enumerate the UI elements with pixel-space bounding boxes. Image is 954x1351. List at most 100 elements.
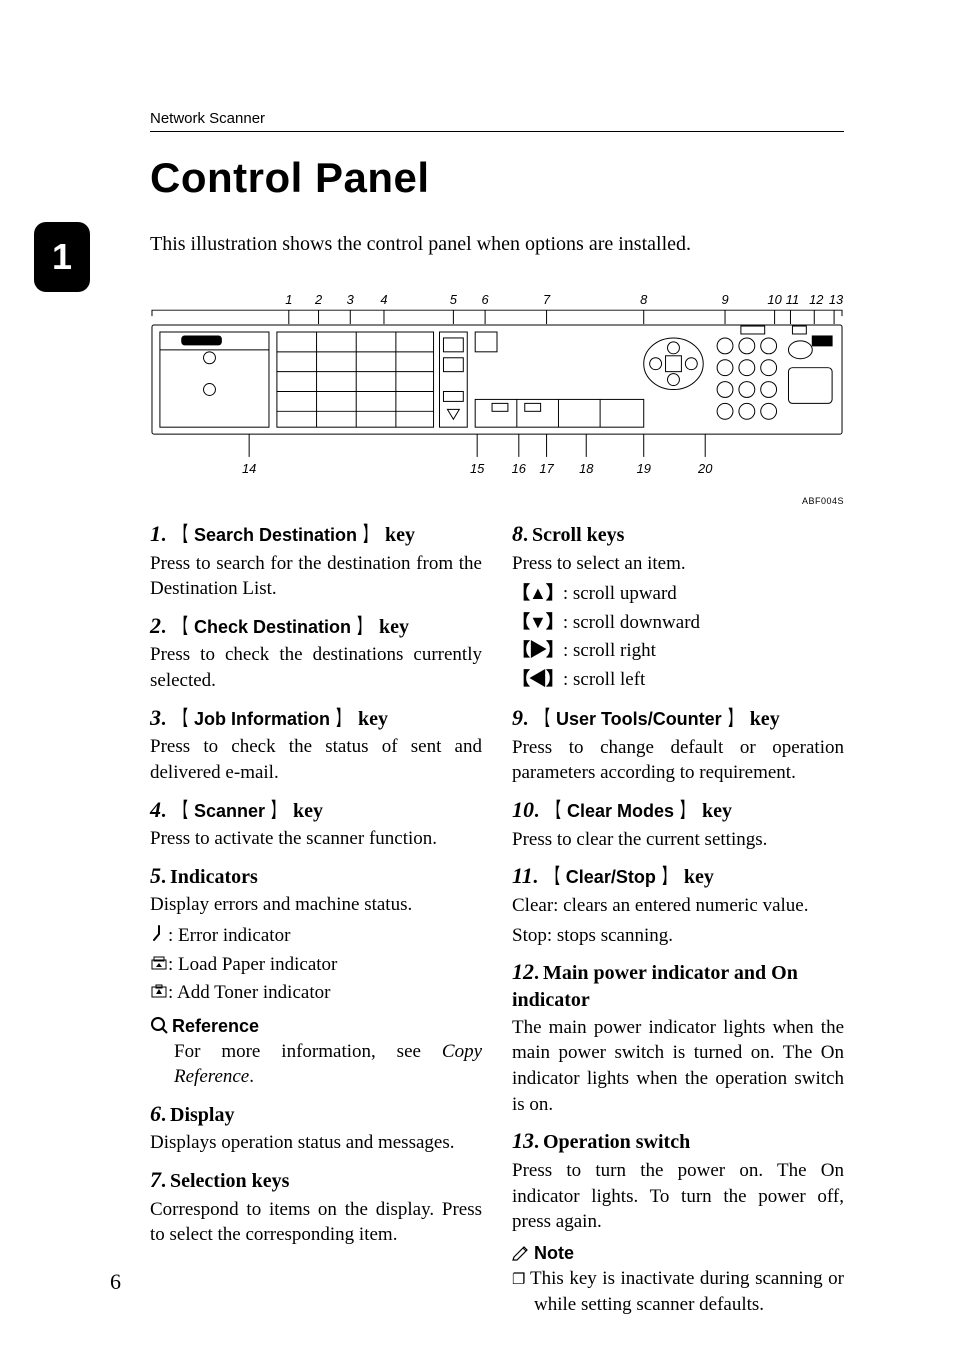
arrow-key-icon: 【◀】 [512, 669, 563, 689]
description-item: 13. Operation switchPress to turn the po… [512, 1127, 844, 1317]
reference-heading: Reference [150, 1016, 482, 1037]
item-number: 3 [150, 705, 161, 730]
key-name: Check Destination [194, 617, 351, 637]
key-suffix: key [750, 708, 780, 730]
item-body: Press to check the status of sent and de… [150, 734, 482, 785]
scroll-key-line: 【◀】: scroll left [512, 666, 844, 695]
bracket-open-icon: 【 [547, 864, 560, 890]
control-panel-svg: 1 2 3 4 5 6 7 8 9 10 11 12 13 [150, 277, 844, 502]
description-item: 7. Selection keysCorrespond to items on … [150, 1166, 482, 1248]
bracket-open-icon: 【 [175, 522, 188, 548]
item-body: Press to select an item. [512, 551, 844, 577]
item-heading: 4. 【Scanner】 key [150, 796, 482, 825]
scroll-text: : scroll left [563, 669, 645, 690]
item-number: 12 [512, 959, 534, 984]
key-suffix: key [379, 616, 409, 638]
item-heading: 1. 【Search Destination】 key [150, 520, 482, 549]
description-item: 3. 【Job Information】 keyPress to check t… [150, 704, 482, 786]
item-number: 13 [512, 1128, 534, 1153]
item-heading: 10. 【Clear Modes】 key [512, 796, 844, 825]
item-heading: 13. Operation switch [512, 1127, 844, 1156]
key-name: Search Destination [194, 525, 357, 545]
arrow-key-icon: 【▲】 [512, 583, 563, 603]
item-number: 8 [512, 521, 523, 546]
note-heading: Note [512, 1243, 844, 1264]
item-body: The main power indicator lights when the… [512, 1015, 844, 1118]
scroll-key-line: 【▼】: scroll downward [512, 609, 844, 638]
item-title: Operation switch [543, 1131, 690, 1153]
toner-icon [150, 979, 168, 1008]
note-label: Note [534, 1243, 574, 1263]
callout-3: 3 [347, 292, 355, 307]
item-heading: 3. 【Job Information】 key [150, 704, 482, 733]
scroll-key-line: 【▶】: scroll right [512, 637, 844, 666]
item-body-line: Clear: clears an entered numeric value. [512, 893, 844, 919]
note-list: This key is inactivate during scanning o… [512, 1266, 844, 1317]
callout-11: 11 [786, 292, 799, 307]
callout-12: 12 [809, 292, 823, 307]
bracket-open-icon: 【 [175, 798, 188, 824]
scroll-text: : scroll downward [563, 612, 700, 633]
description-item: 5. IndicatorsDisplay errors and machine … [150, 862, 482, 1090]
item-number: 9 [512, 705, 523, 730]
indicator-line: : Error indicator [150, 922, 482, 951]
indicator-line: : Add Toner indicator [150, 979, 482, 1008]
item-number: 11 [512, 863, 533, 888]
description-item: 2. 【Check Destination】 keyPress to check… [150, 612, 482, 694]
callout-1: 1 [285, 292, 292, 307]
callout-17: 17 [539, 461, 554, 476]
bracket-close-icon: 】 [362, 522, 375, 548]
item-heading: 2. 【Check Destination】 key [150, 612, 482, 641]
reference-label: Reference [172, 1016, 259, 1036]
callout-5: 5 [450, 292, 458, 307]
key-suffix: key [385, 524, 415, 546]
item-heading: 12. Main power indicator and On indicato… [512, 958, 844, 1013]
item-number: 10 [512, 797, 534, 822]
intro-paragraph: This illustration shows the control pane… [150, 230, 844, 259]
item-heading: 9. 【User Tools/Counter】 key [512, 704, 844, 733]
running-head: Network Scanner [150, 110, 844, 127]
item-heading: 8. Scroll keys [512, 520, 844, 549]
key-name: Clear Modes [567, 801, 674, 821]
callout-20: 20 [697, 461, 713, 476]
note-item: This key is inactivate during scanning o… [534, 1266, 844, 1317]
bracket-open-icon: 【 [548, 798, 561, 824]
item-title: Main power indicator and On indicator [512, 962, 798, 1011]
callout-2: 2 [314, 292, 322, 307]
figure-id: ABF004S [802, 496, 844, 506]
bracket-close-icon: 】 [356, 614, 369, 640]
item-body: Displays operation status and messages. [150, 1130, 482, 1156]
item-title: Scroll keys [532, 524, 624, 546]
item-heading: 11. 【Clear/Stop】 key [512, 862, 844, 891]
item-number: 6 [150, 1101, 161, 1126]
indicator-line: : Load Paper indicator [150, 951, 482, 980]
scroll-key-line: 【▲】: scroll upward [512, 580, 844, 609]
callout-19: 19 [637, 461, 651, 476]
item-title: Display [170, 1104, 234, 1126]
item-heading: 6. Display [150, 1100, 482, 1129]
description-item: 10. 【Clear Modes】 keyPress to clear the … [512, 796, 844, 852]
bracket-open-icon: 【 [175, 614, 188, 640]
callout-8: 8 [640, 292, 648, 307]
callout-9: 9 [721, 292, 728, 307]
description-item: 4. 【Scanner】 keyPress to activate the sc… [150, 796, 482, 852]
control-panel-figure: 1 2 3 4 5 6 7 8 9 10 11 12 13 [150, 277, 844, 502]
item-number: 5 [150, 863, 161, 888]
error-icon [150, 922, 168, 951]
key-suffix: key [358, 708, 388, 730]
page-title: Control Panel [150, 154, 844, 202]
description-item: 9. 【User Tools/Counter】 keyPress to chan… [512, 704, 844, 786]
item-heading: 7. Selection keys [150, 1166, 482, 1195]
key-name: Job Information [194, 709, 330, 729]
item-body: Display errors and machine status. [150, 892, 482, 918]
item-body: Press to check the destinations currentl… [150, 642, 482, 693]
item-body: Press to clear the current settings. [512, 827, 844, 853]
key-suffix: key [702, 800, 732, 822]
callout-4: 4 [380, 292, 387, 307]
reference-body: For more information, see Copy Reference… [174, 1039, 482, 1090]
key-suffix: key [293, 800, 323, 822]
item-body: Press to search for the destination from… [150, 551, 482, 602]
indicator-text: : Load Paper indicator [168, 954, 337, 975]
chapter-tab: 1 [34, 222, 90, 292]
callout-10: 10 [767, 292, 782, 307]
